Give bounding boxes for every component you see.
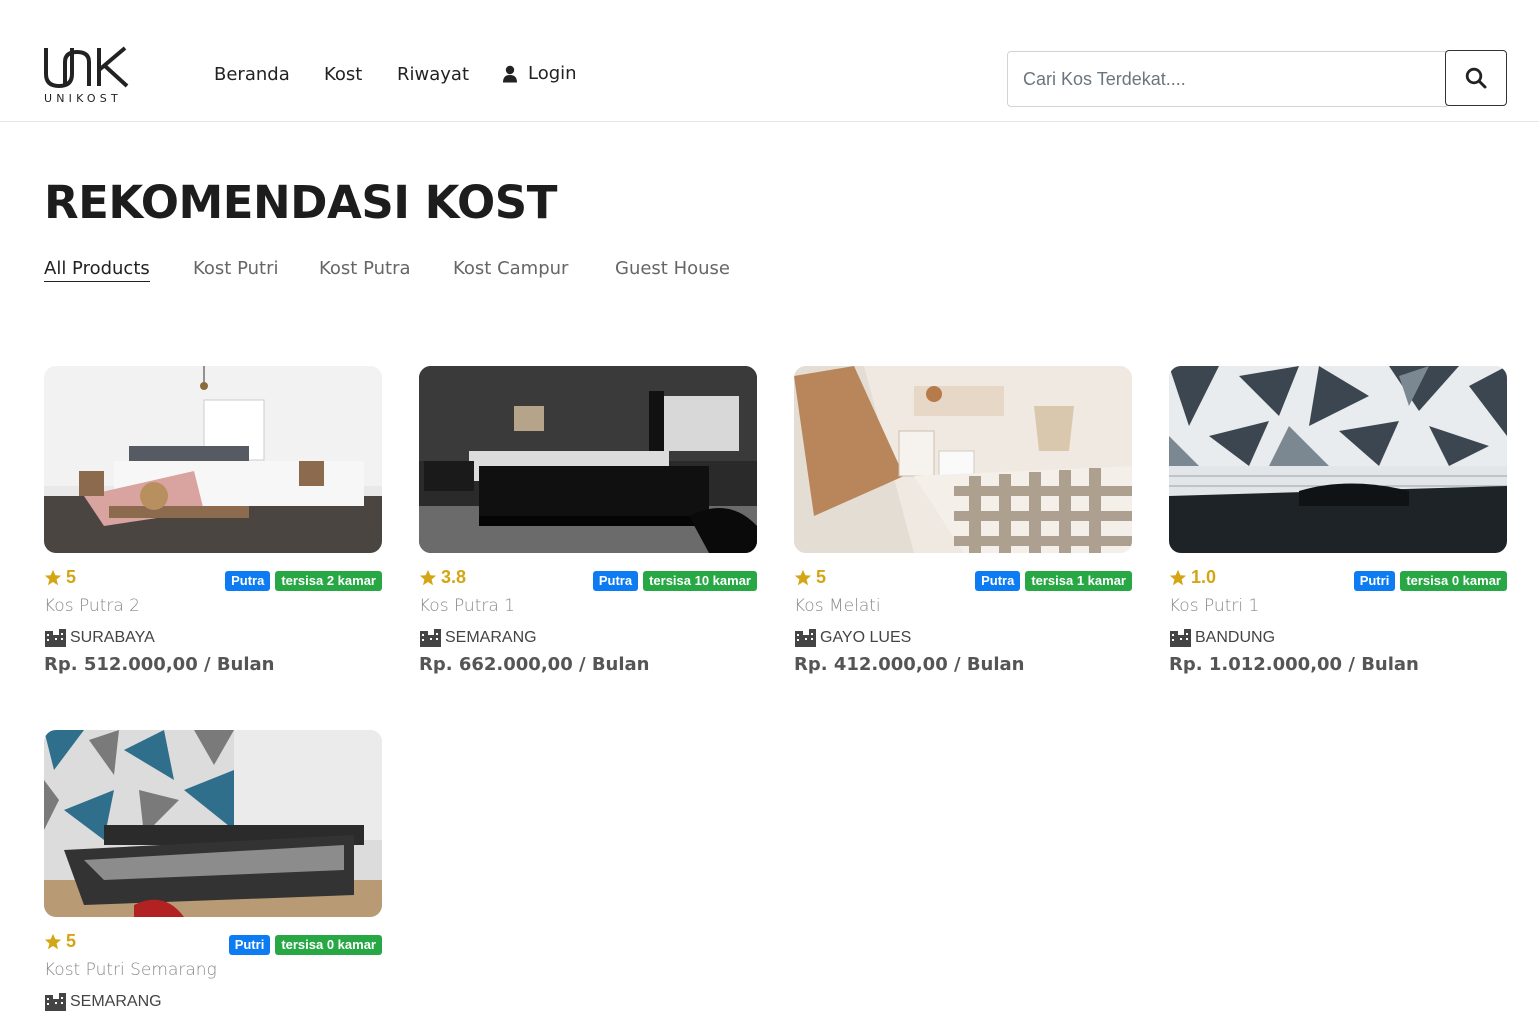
- filter-guest-house[interactable]: Guest House: [615, 258, 730, 279]
- city-name: SEMARANG: [70, 993, 162, 1010]
- room-photo[interactable]: [794, 366, 1132, 553]
- rating: 3.8: [419, 567, 466, 588]
- rating-value: 3.8: [441, 567, 467, 587]
- kost-name[interactable]: Kos Putra 1: [419, 596, 757, 616]
- kost-name[interactable]: Kost Putri Semarang: [44, 960, 382, 980]
- rooms-badge: tersisa 10 kamar: [643, 571, 757, 591]
- search-input[interactable]: [1007, 51, 1447, 107]
- city-name: GAYO LUES: [820, 629, 912, 646]
- logo-mark-icon: [44, 46, 129, 89]
- rating-value: 5: [66, 567, 77, 587]
- kost-card[interactable]: 3.8 Putra tersisa 10 kamar Kos Putra 1 S…: [419, 366, 757, 675]
- rooms-badge: tersisa 0 kamar: [1400, 571, 1507, 591]
- page-title: REKOMENDASI KOST: [44, 176, 557, 229]
- rating: 5: [44, 931, 76, 952]
- kost-location: GAYO LUES: [794, 629, 1132, 647]
- kost-name[interactable]: Kos Melati: [794, 596, 1132, 616]
- kost-price: Rp. 662.000,00 / Bulan: [419, 654, 650, 675]
- star-icon: [44, 569, 62, 585]
- type-badge: Putri: [1353, 571, 1396, 591]
- brand-name: UNIKOST: [44, 92, 122, 105]
- type-badge: Putra: [592, 571, 639, 591]
- city-icon: [1170, 629, 1191, 647]
- filter-kost-campur[interactable]: Kost Campur: [453, 258, 568, 279]
- filter-kost-putri[interactable]: Kost Putri: [193, 258, 278, 279]
- navbar: UNIKOST Beranda Kost Riwayat Login: [0, 0, 1539, 122]
- nav-riwayat[interactable]: Riwayat: [397, 64, 469, 85]
- search-icon: [1465, 67, 1487, 89]
- rooms-badge: tersisa 2 kamar: [275, 571, 382, 591]
- filter-all-products[interactable]: All Products: [44, 258, 150, 282]
- type-badge: Putra: [225, 571, 271, 591]
- filter-kost-putra[interactable]: Kost Putra: [319, 258, 411, 279]
- city-name: BANDUNG: [1195, 629, 1276, 646]
- search-button[interactable]: [1445, 50, 1507, 106]
- city-icon: [420, 629, 441, 647]
- room-photo[interactable]: [44, 730, 382, 917]
- rooms-badge: tersisa 1 kamar: [1025, 571, 1132, 591]
- rating-value: 5: [816, 567, 827, 587]
- star-icon: [794, 569, 812, 585]
- city-icon: [45, 629, 66, 647]
- rating-value: 5: [66, 931, 77, 951]
- kost-card[interactable]: 1.0 Putri tersisa 0 kamar Kos Putri 1 BA…: [1169, 366, 1507, 675]
- room-photo[interactable]: [44, 366, 382, 553]
- brand-logo[interactable]: UNIKOST: [43, 44, 133, 108]
- city-name: SEMARANG: [445, 629, 537, 646]
- kost-price: Rp. 412.000,00 / Bulan: [794, 654, 1025, 675]
- login-label: Login: [528, 63, 577, 84]
- kost-price: Rp. 512.000,00 / Bulan: [44, 654, 275, 675]
- star-icon: [419, 569, 437, 585]
- room-photo[interactable]: [419, 366, 757, 553]
- kost-card[interactable]: 5 Putri tersisa 0 kamar Kost Putri Semar…: [44, 730, 382, 1011]
- kost-name[interactable]: Kos Putra 2: [44, 596, 382, 616]
- rating: 1.0: [1169, 567, 1216, 588]
- city-name: SURABAYA: [70, 629, 155, 646]
- nav-beranda[interactable]: Beranda: [214, 64, 290, 85]
- kost-name[interactable]: Kos Putri 1: [1169, 596, 1507, 616]
- rating: 5: [794, 567, 826, 588]
- nav-kost[interactable]: Kost: [324, 64, 362, 85]
- star-icon: [1169, 569, 1187, 585]
- rating: 5: [44, 567, 76, 588]
- nav-login[interactable]: Login: [502, 63, 577, 84]
- kost-card[interactable]: 5 Putra tersisa 1 kamar Kos Melati GAYO …: [794, 366, 1132, 675]
- city-icon: [795, 629, 816, 647]
- type-badge: Putra: [975, 571, 1021, 591]
- kost-location: SEMARANG: [419, 629, 757, 647]
- star-icon: [44, 933, 62, 949]
- type-badge: Putri: [228, 935, 271, 955]
- user-icon: [503, 65, 517, 82]
- kost-card[interactable]: 5 Putra tersisa 2 kamar Kos Putra 2 SURA…: [44, 366, 382, 675]
- kost-location: SURABAYA: [44, 629, 382, 647]
- rating-value: 1.0: [1191, 567, 1217, 587]
- room-photo[interactable]: [1169, 366, 1507, 553]
- kost-location: SEMARANG: [44, 993, 382, 1011]
- city-icon: [45, 993, 66, 1011]
- rooms-badge: tersisa 0 kamar: [275, 935, 382, 955]
- kost-price: Rp. 1.012.000,00 / Bulan: [1169, 654, 1419, 675]
- kost-location: BANDUNG: [1169, 629, 1507, 647]
